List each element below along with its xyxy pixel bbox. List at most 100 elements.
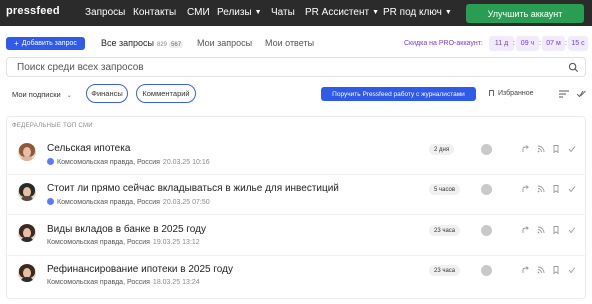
- request-date: 20.03.25 10:16: [162, 159, 210, 166]
- chip-finance[interactable]: Финансы: [86, 84, 128, 103]
- nav-label: Чаты: [271, 7, 295, 18]
- nav-releases[interactable]: Релизы ▼: [217, 7, 262, 18]
- request-date: 20.03.25 07:50: [162, 199, 210, 206]
- avatar: [18, 183, 36, 201]
- nav-pr-assistant[interactable]: PR Ассистент ▼: [305, 7, 379, 18]
- timer-minutes: 07 м: [542, 36, 565, 51]
- request-title[interactable]: Стоит ли прямо сейчас вкладываться в жил…: [47, 183, 339, 194]
- bookmark-icon[interactable]: [552, 226, 560, 234]
- tab-all-requests[interactable]: Все запросы 829 567: [101, 38, 184, 48]
- logo[interactable]: pressfeed: [6, 5, 60, 17]
- check-icon[interactable]: [568, 145, 576, 153]
- request-meta: Комсомольская правда, Россия 20.03.25 07:…: [47, 198, 210, 206]
- chevron-down-icon: ⌄: [66, 93, 72, 99]
- tab-my-answers[interactable]: Мои ответы: [265, 38, 314, 48]
- chevron-down-icon: ▼: [372, 9, 379, 16]
- request-title[interactable]: Виды вкладов в банке в 2025 году: [47, 224, 206, 235]
- timer-separator: :: [565, 40, 567, 47]
- status-icon: [481, 184, 492, 195]
- nav-requests[interactable]: Запросы: [85, 7, 125, 18]
- deadline-badge: 5 часов: [429, 184, 461, 195]
- share-icon[interactable]: [522, 145, 530, 153]
- media-source: Комсомольская правда, Россия: [57, 159, 160, 166]
- request-meta: Комсомольская правда, Россия 20.03.25 10:…: [47, 158, 210, 166]
- avatar: [18, 264, 36, 282]
- bookmark-icon[interactable]: [552, 266, 560, 274]
- nav-label: СМИ: [187, 7, 210, 18]
- add-request-label: Добавить запрос: [21, 40, 77, 47]
- verified-icon: [47, 198, 54, 205]
- search-input[interactable]: Поиск среди всех запросов: [6, 57, 586, 77]
- timer-days: 11 д: [489, 36, 514, 51]
- bookmark-icon[interactable]: [552, 145, 560, 153]
- bookmark-icon[interactable]: [552, 185, 560, 193]
- check-icon[interactable]: [568, 185, 576, 193]
- media-source: Комсомольская правда, Россия: [47, 279, 150, 286]
- timer-value: 15: [571, 40, 580, 47]
- nav-pr-turnkey[interactable]: PR под ключ ▼: [383, 7, 452, 18]
- tab-new-badge: 567: [169, 42, 184, 48]
- nav-media[interactable]: СМИ: [187, 7, 210, 18]
- share-icon[interactable]: [522, 266, 530, 274]
- sort-icon[interactable]: [559, 90, 569, 98]
- request-date: 19.03.25 13:12: [152, 239, 200, 246]
- add-request-button[interactable]: + Добавить запрос: [6, 37, 85, 50]
- media-source: Комсомольская правда, Россия: [47, 239, 150, 246]
- timer-hours: 09 ч: [516, 36, 539, 51]
- timer-value: 09: [520, 40, 529, 47]
- rss-icon[interactable]: [537, 185, 545, 193]
- favorites-label: Избранное: [498, 90, 534, 97]
- upgrade-account-button[interactable]: Улучшить аккаунт: [466, 4, 584, 23]
- rss-icon[interactable]: [537, 145, 545, 153]
- timer-separator: :: [539, 40, 541, 47]
- share-icon[interactable]: [522, 226, 530, 234]
- request-title[interactable]: Рефинансирование ипотеки в 2025 году: [47, 264, 233, 275]
- bookmark-icon: [489, 90, 494, 96]
- status-icon: [481, 144, 492, 155]
- nav-label: Контакты: [133, 7, 177, 18]
- rss-icon[interactable]: [537, 266, 545, 274]
- favorites-filter[interactable]: Избранное: [489, 90, 533, 97]
- chip-comment[interactable]: Комментарий: [136, 84, 196, 103]
- nav-label: Запросы: [85, 7, 126, 18]
- list-item[interactable]: Рефинансирование ипотеки в 2025 году Ком…: [6, 264, 586, 304]
- check-icon[interactable]: [568, 266, 576, 274]
- avatar: [18, 143, 36, 161]
- tab-label: Мои запросы: [197, 38, 253, 48]
- chevron-down-icon: ▼: [254, 9, 262, 16]
- timer-value: 07: [546, 40, 555, 47]
- subscriptions-dropdown[interactable]: Мои подписки ⌄: [12, 90, 72, 99]
- deadline-badge: 2 дня: [429, 144, 455, 155]
- row-divider: [6, 214, 586, 215]
- list-item[interactable]: Стоит ли прямо сейчас вкладываться в жил…: [6, 183, 586, 223]
- tab-my-requests[interactable]: Мои запросы: [197, 38, 252, 48]
- share-icon[interactable]: [522, 185, 530, 193]
- check-icon[interactable]: [568, 226, 576, 234]
- request-date: 18.03.25 13:24: [152, 279, 200, 286]
- request-meta: Комсомольская правда, Россия 19.03.25 13:…: [47, 239, 200, 246]
- nav-label: Релизы: [217, 7, 252, 18]
- delegate-to-pressfeed-button[interactable]: Поручить Pressfeed работу с журналистами: [321, 87, 476, 101]
- nav-contacts[interactable]: Контакты: [133, 7, 176, 18]
- request-title[interactable]: Сельская ипотека: [47, 143, 130, 154]
- chevron-down-icon: ▼: [444, 9, 452, 16]
- status-icon: [481, 225, 492, 236]
- deadline-badge: 23 часа: [429, 225, 461, 236]
- list-item[interactable]: Виды вкладов в банке в 2025 году Комсомо…: [6, 224, 586, 264]
- tab-count: 829: [157, 42, 168, 48]
- search-placeholder: Поиск среди всех запросов: [17, 62, 144, 73]
- tab-label: Мои ответы: [265, 38, 315, 48]
- search-icon[interactable]: [568, 62, 579, 73]
- nav-chats[interactable]: Чаты: [271, 7, 295, 18]
- rss-icon[interactable]: [537, 226, 545, 234]
- plus-icon: +: [14, 39, 19, 48]
- nav-label: PR Ассистент: [305, 7, 370, 18]
- row-divider: [6, 255, 586, 256]
- deadline-badge: 23 часа: [429, 265, 461, 276]
- double-check-icon[interactable]: [577, 90, 586, 97]
- nav-label: PR под ключ: [383, 7, 442, 18]
- verified-icon: [47, 158, 54, 165]
- section-title: ФЕДЕРАЛЬНЫЕ ТОП СМИ: [12, 123, 93, 129]
- timer-seconds: 15 с: [568, 36, 588, 51]
- list-item[interactable]: Сельская ипотека Комсомольская правда, Р…: [6, 143, 586, 183]
